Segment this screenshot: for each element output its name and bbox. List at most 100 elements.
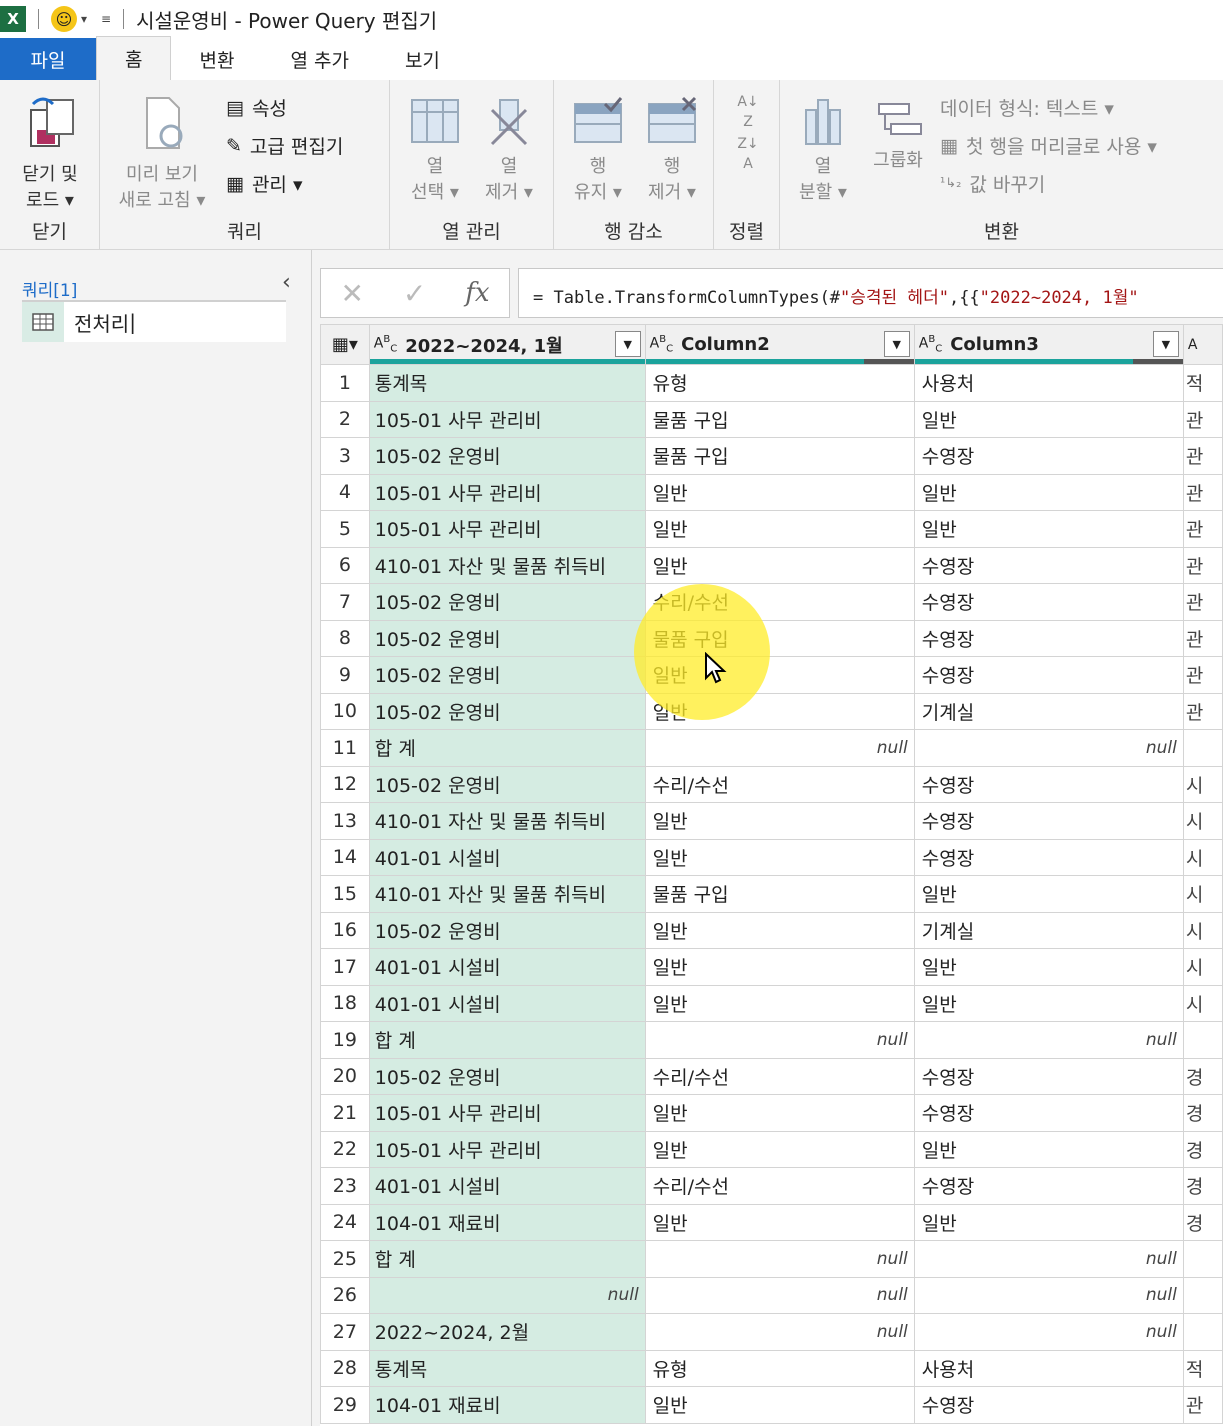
table-cell[interactable]: 일반 (644, 473, 915, 511)
row-number[interactable]: 2 (320, 400, 370, 438)
table-cell[interactable]: 물품 구입 (644, 400, 915, 438)
table-cell[interactable]: 사용처 (913, 364, 1184, 402)
table-cell[interactable]: 관 (1182, 619, 1223, 657)
advanced-editor-button[interactable]: ✎ 고급 편집기 (226, 132, 343, 159)
sort-ascending-button[interactable]: A↓ Z (728, 92, 768, 132)
confirm-icon[interactable]: ✓ (403, 277, 426, 310)
table-cell[interactable]: 105-01 사무 관리비 (368, 1130, 646, 1168)
table-cell[interactable]: 사용처 (913, 1349, 1184, 1387)
table-cell[interactable]: 시 (1182, 911, 1223, 949)
table-cell[interactable]: 일반 (644, 838, 915, 876)
table-cell[interactable]: 수리/수선 (644, 583, 915, 621)
table-cell[interactable]: 일반 (644, 510, 915, 548)
row-number[interactable]: 11 (320, 729, 370, 767)
table-cell[interactable]: null (913, 1276, 1184, 1314)
row-number[interactable]: 18 (320, 984, 370, 1022)
table-cell[interactable]: 105-01 사무 관리비 (368, 400, 646, 438)
fx-icon[interactable]: fx (465, 278, 489, 308)
table-cell[interactable]: 일반 (644, 802, 915, 840)
table-cell[interactable]: 관 (1182, 473, 1223, 511)
table-cell[interactable]: null (913, 1240, 1184, 1278)
table-cell[interactable]: 105-02 운영비 (368, 437, 646, 475)
row-number[interactable]: 4 (320, 473, 370, 511)
row-number[interactable]: 27 (320, 1313, 370, 1351)
table-cell[interactable]: 수영장 (913, 802, 1184, 840)
table-cell[interactable]: 수영장 (913, 1167, 1184, 1205)
properties-button[interactable]: ▤ 속성 (226, 94, 287, 121)
table-cell[interactable]: 일반 (913, 510, 1184, 548)
table-cell[interactable]: 일반 (644, 911, 915, 949)
table-cell[interactable]: 105-01 사무 관리비 (368, 1094, 646, 1132)
text-type-icon[interactable]: ABC (650, 334, 673, 354)
data-type-dropdown[interactable]: 데이터 형식: 텍스트 ▾ (940, 94, 1114, 121)
table-cell[interactable]: 관 (1182, 546, 1223, 584)
table-cell[interactable]: 경 (1182, 1167, 1223, 1205)
table-cell[interactable]: 일반 (913, 875, 1184, 913)
table-cell[interactable]: 일반 (913, 984, 1184, 1022)
choose-columns-button[interactable]: 열 선택 ▾ (400, 96, 470, 206)
table-cell[interactable]: 105-02 운영비 (368, 619, 646, 657)
row-number[interactable]: 6 (320, 546, 370, 584)
table-cell[interactable]: 수리/수선 (644, 1057, 915, 1095)
table-cell[interactable]: 수리/수선 (644, 765, 915, 803)
table-cell[interactable]: 시 (1182, 875, 1223, 913)
table-cell[interactable]: 시 (1182, 948, 1223, 986)
table-cell[interactable]: 수리/수선 (644, 1167, 915, 1205)
table-cell[interactable]: null (913, 1313, 1184, 1351)
table-cell[interactable]: 일반 (644, 1094, 915, 1132)
table-cell[interactable]: 수영장 (913, 437, 1184, 475)
table-cell[interactable]: 401-01 시설비 (368, 838, 646, 876)
table-cell[interactable]: 경 (1182, 1094, 1223, 1132)
table-cell[interactable]: 물품 구입 (644, 619, 915, 657)
table-cell[interactable]: null (913, 1021, 1184, 1059)
table-cell[interactable]: null (644, 1240, 915, 1278)
table-cell[interactable]: 수영장 (913, 546, 1184, 584)
table-cell[interactable]: 일반 (644, 984, 915, 1022)
table-cell[interactable]: 관 (1182, 437, 1223, 475)
table-cell[interactable]: null (644, 1313, 915, 1351)
table-cell[interactable]: 기계실 (913, 692, 1184, 730)
table-cell[interactable] (1182, 729, 1223, 767)
table-cell[interactable]: 401-01 시설비 (368, 1167, 646, 1205)
row-number[interactable]: 22 (320, 1130, 370, 1168)
sort-descending-button[interactable]: Z↓ A (728, 134, 768, 174)
row-number[interactable]: 8 (320, 619, 370, 657)
table-cell[interactable]: 경 (1182, 1130, 1223, 1168)
table-cell[interactable]: 시 (1182, 765, 1223, 803)
table-cell[interactable] (1182, 1021, 1223, 1059)
table-cell[interactable]: 105-01 사무 관리비 (368, 473, 646, 511)
table-cell[interactable]: 관 (1182, 1386, 1223, 1424)
table-cell[interactable]: 관 (1182, 400, 1223, 438)
query-item[interactable]: 전처리 | (22, 302, 286, 342)
column-header-4[interactable]: A (1182, 324, 1223, 365)
column-filter-dropdown[interactable]: ▼ (614, 331, 641, 357)
table-cell[interactable]: 105-02 운영비 (368, 911, 646, 949)
table-cell[interactable]: 유형 (644, 1349, 915, 1387)
table-cell[interactable]: null (644, 1021, 915, 1059)
row-number[interactable]: 3 (320, 437, 370, 475)
table-cell[interactable]: 시 (1182, 984, 1223, 1022)
table-cell[interactable]: 일반 (644, 1386, 915, 1424)
table-cell[interactable]: 수영장 (913, 765, 1184, 803)
table-cell[interactable]: 통계목 (368, 364, 646, 402)
table-cell[interactable]: 합 계 (368, 1240, 646, 1278)
split-column-button[interactable]: 열 분할 ▾ (788, 96, 858, 206)
table-cell[interactable]: 통계목 (368, 1349, 646, 1387)
tab-transform[interactable]: 변환 (171, 38, 262, 80)
row-number[interactable]: 13 (320, 802, 370, 840)
table-menu-button[interactable]: ▦▾ (320, 324, 370, 365)
table-cell[interactable]: 시 (1182, 838, 1223, 876)
formula-input[interactable]: = Table.TransformColumnTypes(#"승격된 헤더",{… (518, 268, 1223, 318)
column-header-1[interactable]: ABC 2022~2024, 1월 ▼ (368, 324, 646, 365)
remove-rows-button[interactable]: 행 제거 ▾ (636, 96, 708, 206)
table-cell[interactable]: 일반 (644, 1203, 915, 1241)
row-number[interactable]: 29 (320, 1386, 370, 1424)
tab-file[interactable]: 파일 (0, 38, 96, 80)
row-number[interactable]: 7 (320, 583, 370, 621)
table-cell[interactable]: 105-02 운영비 (368, 1057, 646, 1095)
row-number[interactable]: 21 (320, 1094, 370, 1132)
tab-view[interactable]: 보기 (377, 38, 468, 80)
table-cell[interactable]: 수영장 (913, 1094, 1184, 1132)
table-cell[interactable]: 105-02 운영비 (368, 765, 646, 803)
table-cell[interactable]: 경 (1182, 1203, 1223, 1241)
